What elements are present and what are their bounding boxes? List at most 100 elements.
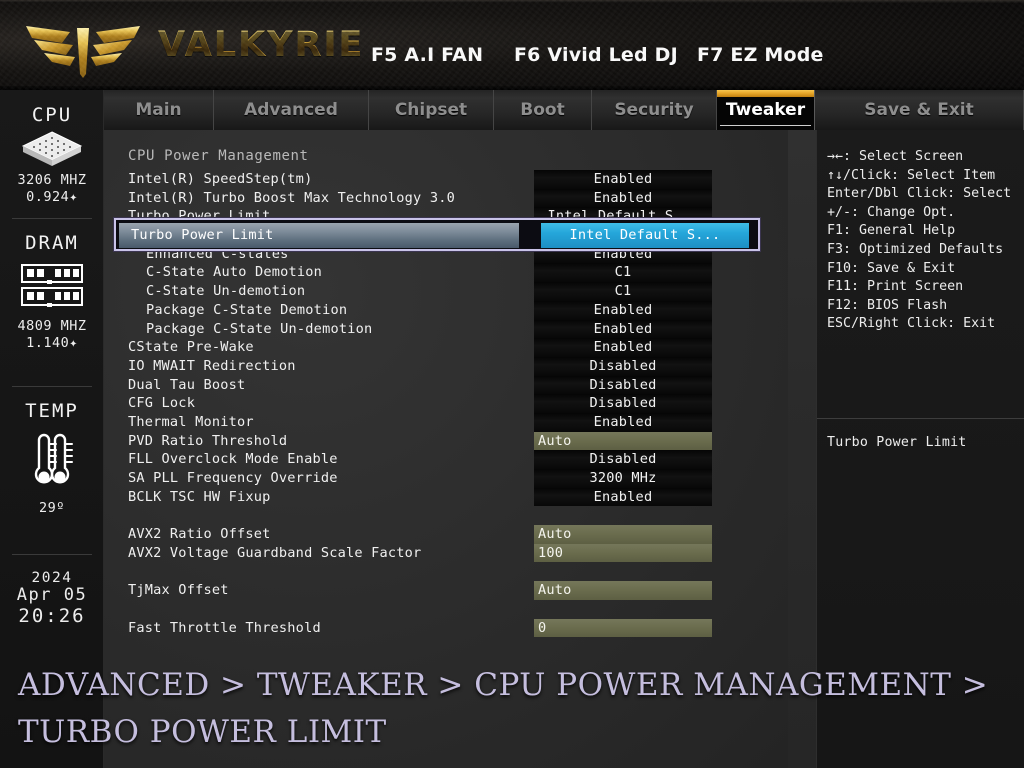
tab-bar: MainAdvancedChipsetBootSecurityTweakerSa…: [104, 90, 1024, 130]
setting-label: Package C-State Demotion: [146, 301, 347, 320]
settings-row[interactable]: Package C-State Un-demotion Enabled: [104, 320, 788, 339]
cpu-voltage: 0.924✦: [0, 189, 104, 206]
dram-label: DRAM: [0, 218, 104, 254]
tab-security[interactable]: Security: [592, 90, 717, 130]
top-banner: VALKYRIE F5 A.I FAN F6 Vivid Led DJ F7 E…: [0, 0, 1024, 90]
setting-value[interactable]: Enabled: [534, 338, 712, 357]
setting-value[interactable]: Disabled: [534, 357, 712, 376]
settings-row[interactable]: CState Pre-WakeEnabled: [104, 338, 788, 357]
help-key-list: →←: Select Screen↑↓/Click: Select ItemEn…: [827, 148, 1023, 334]
setting-value[interactable]: Disabled: [534, 376, 712, 395]
cpu-chip-icon: [0, 126, 104, 172]
selected-row-value[interactable]: Intel Default S...: [541, 223, 749, 248]
tab-boot[interactable]: Boot: [494, 90, 592, 130]
setting-value[interactable]: Enabled: [534, 170, 712, 189]
settings-row[interactable]: C-State Auto DemotionC1: [104, 263, 788, 282]
brand-logo: VALKYRIE: [18, 8, 348, 82]
settings-row[interactable]: FLL Overclock Mode Enable Disabled: [104, 450, 788, 469]
clock-time: 20:26: [0, 604, 104, 625]
settings-row[interactable]: AVX2 Voltage Guardband Scale Factor 100: [104, 544, 788, 563]
hardware-monitor-sidebar: CPU 3206 MHZ 0.924✦ DRAM: [0, 90, 104, 768]
dram-frequency: 4809 MHZ: [0, 318, 104, 335]
setting-value[interactable]: Disabled: [534, 394, 712, 413]
sidebar-block-clock: 2024 Apr 05 20:26: [0, 554, 104, 664]
setting-label: AVX2 Voltage Guardband Scale Factor: [128, 544, 421, 563]
settings-row[interactable]: C-State Un-demotion C1: [104, 282, 788, 301]
help-key-line: F10: Save & Exit: [827, 260, 1023, 279]
setting-value[interactable]: Enabled: [534, 488, 712, 507]
setting-label: Intel(R) Turbo Boost Max Technology 3.0: [128, 189, 455, 208]
tab-advanced[interactable]: Advanced: [214, 90, 369, 130]
setting-label: Fast Throttle Threshold: [128, 619, 321, 638]
tab-tweaker[interactable]: Tweaker: [717, 90, 815, 130]
settings-row-spacer: [104, 506, 788, 525]
help-description: Turbo Power Limit: [827, 435, 967, 450]
settings-row[interactable]: BCLK TSC HW Fixup Enabled: [104, 488, 788, 507]
tab-save-exit[interactable]: Save & Exit: [815, 90, 1024, 130]
setting-label: Intel(R) SpeedStep(tm): [128, 170, 312, 189]
hotkey-f7-ez-mode[interactable]: F7 EZ Mode: [697, 44, 824, 66]
help-key-line: Enter/Dbl Click: Select: [827, 185, 1023, 204]
banner-top-edge: [0, 0, 1024, 3]
setting-input-field[interactable]: Auto: [534, 581, 712, 600]
clock-date: Apr 05: [0, 587, 104, 604]
setting-label: CFG Lock: [128, 394, 195, 413]
settings-row[interactable]: Dual Tau Boost Disabled: [104, 376, 788, 395]
sidebar-block-cpu: CPU 3206 MHZ 0.924✦: [0, 90, 104, 218]
settings-row[interactable]: TjMax Offset Auto: [104, 581, 788, 600]
setting-label: C-State Un-demotion: [146, 282, 305, 301]
setting-input-field[interactable]: 0: [534, 619, 712, 638]
setting-label: Package C-State Un-demotion: [146, 320, 372, 339]
cpu-label: CPU: [0, 90, 104, 126]
hotkey-f5-ai-fan[interactable]: F5 A.I FAN: [371, 44, 483, 66]
settings-row[interactable]: PVD Ratio Threshold Auto: [104, 432, 788, 451]
clock-year: 2024: [0, 554, 104, 587]
sidebar-block-temp: TEMP 29º: [0, 386, 104, 554]
setting-value[interactable]: C1: [534, 263, 712, 282]
setting-label: IO MWAIT Redirection: [128, 357, 296, 376]
setting-input-field[interactable]: 100: [534, 544, 712, 563]
help-key-line: F3: Optimized Defaults: [827, 241, 1023, 260]
settings-row[interactable]: Thermal MonitorEnabled: [104, 413, 788, 432]
temp-label: TEMP: [0, 386, 104, 422]
help-key-line: F11: Print Screen: [827, 278, 1023, 297]
tab-chipset[interactable]: Chipset: [369, 90, 494, 130]
setting-value[interactable]: Enabled: [534, 189, 712, 208]
settings-row[interactable]: SA PLL Frequency Override3200 MHz: [104, 469, 788, 488]
tab-main[interactable]: Main: [104, 90, 214, 130]
help-key-line: +/-: Change Opt.: [827, 204, 1023, 223]
help-divider: [817, 418, 1024, 419]
setting-label: PVD Ratio Threshold: [128, 432, 287, 451]
settings-row[interactable]: IO MWAIT Redirection Disabled: [104, 357, 788, 376]
memory-stick-icon: [0, 254, 104, 318]
cpu-frequency: 3206 MHZ: [0, 172, 104, 189]
setting-value[interactable]: Enabled: [534, 320, 712, 339]
setting-value[interactable]: 3200 MHz: [534, 469, 712, 488]
settings-row[interactable]: Fast Throttle Threshold 0: [104, 619, 788, 638]
settings-row-spacer: [104, 562, 788, 581]
help-key-line: F12: BIOS Flash: [827, 297, 1023, 316]
setting-label: Dual Tau Boost: [128, 376, 245, 395]
selected-row-label: Turbo Power Limit: [119, 223, 519, 248]
setting-value[interactable]: Enabled: [534, 301, 712, 320]
dram-voltage: 1.140✦: [0, 335, 104, 352]
setting-value[interactable]: C1: [534, 282, 712, 301]
help-key-line: F1: General Help: [827, 222, 1023, 241]
settings-row[interactable]: CFG Lock Disabled: [104, 394, 788, 413]
setting-label: TjMax Offset: [128, 581, 229, 600]
setting-value[interactable]: Disabled: [534, 450, 712, 469]
setting-label: BCLK TSC HW Fixup: [128, 488, 271, 507]
valkyrie-wings-icon: [18, 12, 148, 78]
hotkey-f6-vivid-led-dj[interactable]: F6 Vivid Led DJ: [514, 44, 678, 66]
settings-row[interactable]: Intel(R) Turbo Boost Max Technology 3.0 E…: [104, 189, 788, 208]
settings-row[interactable]: Package C-State Demotion Enabled: [104, 301, 788, 320]
help-key-line: ESC/Right Click: Exit: [827, 315, 1023, 334]
setting-input-field[interactable]: Auto: [534, 525, 712, 544]
settings-row[interactable]: AVX2 Ratio OffsetAuto: [104, 525, 788, 544]
help-key-line: ↑↓/Click: Select Item: [827, 167, 1023, 186]
setting-value[interactable]: Enabled: [534, 413, 712, 432]
settings-row[interactable]: Intel(R) SpeedStep(tm) Enabled: [104, 170, 788, 189]
setting-label: FLL Overclock Mode Enable: [128, 450, 338, 469]
selected-row-turbo-power-limit[interactable]: Turbo Power Limit Intel Default S...: [114, 218, 760, 251]
setting-input-field[interactable]: Auto: [534, 432, 712, 451]
